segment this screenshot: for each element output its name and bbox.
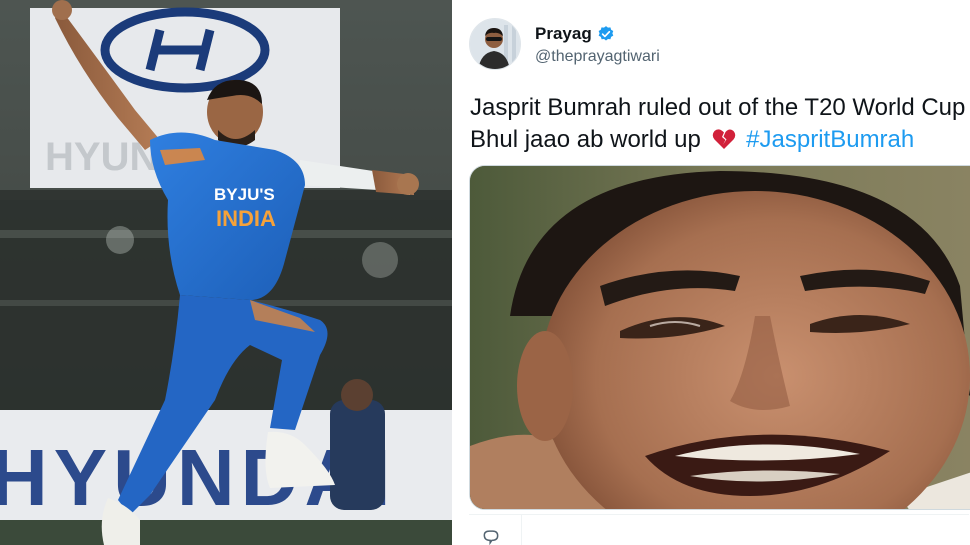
tweet-media-image[interactable] (469, 165, 970, 510)
reply-icon[interactable] (481, 527, 501, 545)
author-handle[interactable]: @theprayagtiwari (535, 48, 660, 66)
actions-divider (521, 515, 522, 545)
author-name-text: Prayag (535, 24, 592, 43)
jersey-team-text: INDIA (216, 206, 276, 231)
author-name[interactable]: Prayag (535, 24, 615, 44)
tweet-text-line-2: Bhul jaao ab world up #JaspritBumrah (470, 124, 970, 159)
verified-badge-icon (597, 25, 615, 43)
tweet-header: Prayag @theprayagtiwari (469, 18, 949, 74)
cricket-photo: HYUNDAI HYUNDAI BYJU'S INDIA (0, 0, 452, 545)
tweet-actions-bar (469, 514, 969, 545)
tweet-card[interactable]: Prayag @theprayagtiwari Jasprit Bumrah r… (457, 0, 970, 545)
avatar[interactable] (469, 18, 521, 70)
tweet-body: Jasprit Bumrah ruled out of the T20 Worl… (470, 92, 970, 159)
hashtag-link[interactable]: #JaspritBumrah (746, 126, 914, 153)
broken-heart-icon (712, 127, 736, 159)
jersey-sponsor-text: BYJU'S (214, 185, 275, 204)
tweet-text-line-2-prefix: Bhul jaao ab world up (470, 126, 701, 153)
tweet-text-line-1: Jasprit Bumrah ruled out of the T20 Worl… (470, 94, 966, 121)
